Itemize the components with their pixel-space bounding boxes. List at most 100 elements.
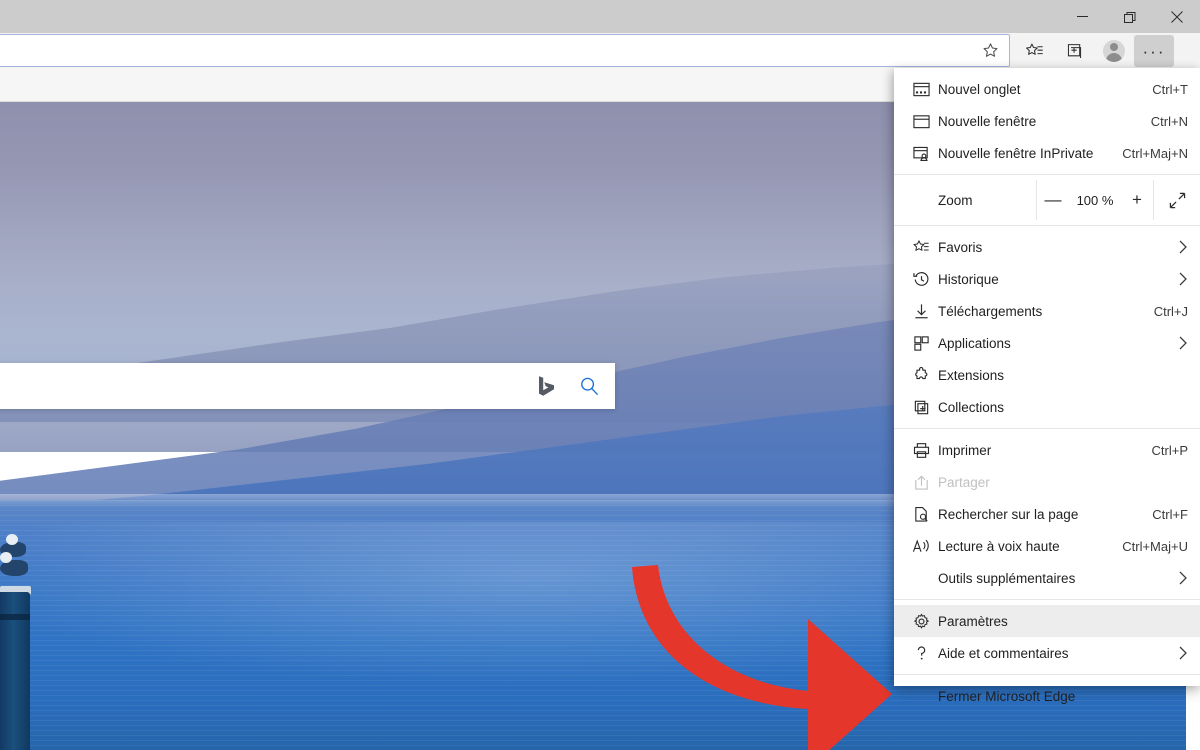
maximize-restore-button[interactable] (1106, 0, 1153, 33)
minimize-icon (1077, 16, 1088, 17)
downloads-arrow-icon (904, 295, 938, 327)
menu-item-history[interactable]: Historique (894, 263, 1200, 295)
collections-button[interactable] (1054, 35, 1094, 67)
menu-item-label: Outils supplémentaires (938, 570, 1076, 586)
favorites-star-list-icon (1025, 43, 1043, 55)
menu-item-shortcut: Ctrl+P (1151, 442, 1188, 458)
menu-item-new-window[interactable]: Nouvelle fenêtre Ctrl+N (894, 105, 1200, 137)
zoom-in-button[interactable]: + (1121, 180, 1153, 220)
favorites-button[interactable] (1014, 35, 1054, 67)
edge-browser-window: ··· Rechercher sur le Web Nouvel onglet … (0, 0, 1200, 750)
chevron-right-icon (1166, 571, 1188, 585)
bing-search-input[interactable] (0, 363, 529, 409)
menu-item-label: Nouvelle fenêtre InPrivate (938, 145, 1094, 161)
menu-item-label: Partager (938, 474, 990, 490)
close-edge-icon-placeholder (904, 680, 938, 712)
menu-item-help-and-feedback[interactable]: Aide et commentaires (894, 637, 1200, 669)
star-icon (983, 43, 997, 57)
menu-item-label: Téléchargements (938, 303, 1043, 319)
menu-item-close-edge[interactable]: Fermer Microsoft Edge (894, 680, 1200, 712)
toolbar-buttons: ··· (1014, 33, 1174, 68)
menu-zoom-row: Zoom — 100 % + (894, 180, 1200, 220)
menu-divider (894, 428, 1200, 429)
menu-item-label: Historique (938, 271, 999, 287)
share-icon (904, 466, 938, 498)
menu-divider (894, 599, 1200, 600)
fullscreen-button[interactable] (1154, 180, 1200, 220)
address-input[interactable] (0, 35, 971, 66)
zoom-label: Zoom (938, 192, 973, 208)
menu-item-label: Aide et commentaires (938, 645, 1069, 661)
menu-item-more-tools[interactable]: Outils supplémentaires (894, 562, 1200, 594)
settings-and-more-menu: Nouvel onglet Ctrl+T Nouvelle fenêtre Ct… (894, 68, 1200, 704)
printer-icon (904, 434, 938, 466)
menu-item-label: Collections (938, 399, 1005, 415)
menu-item-label: Applications (938, 335, 1011, 351)
collections-icon (1067, 43, 1081, 58)
bing-search-submit-button[interactable] (563, 376, 615, 397)
profile-button[interactable] (1094, 35, 1134, 67)
menu-item-downloads[interactable]: Téléchargements Ctrl+J (894, 295, 1200, 327)
zoom-out-button[interactable]: — (1037, 180, 1069, 220)
read-aloud-icon (904, 530, 938, 562)
menu-divider (894, 174, 1200, 175)
menu-item-new-tab[interactable]: Nouvel onglet Ctrl+T (894, 73, 1200, 105)
menu-item-shortcut: Ctrl+F (1152, 506, 1188, 522)
menu-item-label: Paramètres (938, 613, 1008, 629)
new-tab-icon (904, 73, 938, 105)
menu-item-collections[interactable]: Collections (894, 391, 1200, 423)
menu-item-label: Nouvel onglet (938, 81, 1021, 97)
chevron-right-icon (1166, 336, 1188, 350)
close-icon (1170, 10, 1183, 23)
menu-item-share: Partager (894, 466, 1200, 498)
menu-item-settings[interactable]: Paramètres (894, 605, 1200, 637)
menu-item-favorites[interactable]: Favoris (894, 231, 1200, 263)
extensions-puzzle-icon (904, 359, 938, 391)
menu-item-label: Favoris (938, 239, 983, 255)
menu-item-label: Fermer Microsoft Edge (938, 688, 1076, 704)
gear-icon (904, 605, 938, 637)
menu-divider (894, 225, 1200, 226)
title-bar (0, 0, 1200, 33)
search-magnifier-icon (580, 377, 598, 395)
menu-item-label: Lecture à voix haute (938, 538, 1060, 554)
avatar-icon (1103, 40, 1125, 62)
apps-grid-icon (904, 327, 938, 359)
menu-item-shortcut: Ctrl+Maj+N (1122, 145, 1188, 161)
add-favorite-button[interactable] (971, 35, 1009, 66)
chevron-right-icon (1166, 646, 1188, 660)
address-bar[interactable] (0, 34, 1010, 67)
new-window-icon (904, 105, 938, 137)
menu-divider (894, 674, 1200, 675)
bing-search-box[interactable] (0, 363, 615, 409)
history-clock-icon (904, 263, 938, 295)
menu-item-label: Rechercher sur la page (938, 506, 1079, 522)
menu-item-label: Imprimer (938, 442, 992, 458)
curved-arrow-icon (632, 565, 892, 750)
menu-item-extensions[interactable]: Extensions (894, 359, 1200, 391)
menu-item-find-on-page[interactable]: Rechercher sur la page Ctrl+F (894, 498, 1200, 530)
settings-and-more-button[interactable]: ··· (1134, 35, 1174, 67)
menu-item-label: Nouvelle fenêtre (938, 113, 1037, 129)
menu-item-read-aloud[interactable]: Lecture à voix haute Ctrl+Maj+U (894, 530, 1200, 562)
more-tools-icon-placeholder (904, 562, 938, 594)
mooring-post-ring (0, 614, 30, 620)
ellipsis-icon: ··· (1142, 41, 1166, 61)
close-window-button[interactable] (1153, 0, 1200, 33)
favorites-star-list-icon (904, 231, 938, 263)
browser-toolbar: ··· (0, 33, 1200, 68)
menu-item-print[interactable]: Imprimer Ctrl+P (894, 434, 1200, 466)
menu-item-shortcut: Ctrl+N (1150, 113, 1188, 129)
seagull-lower-head (0, 552, 12, 563)
question-mark-icon (904, 637, 938, 669)
chevron-right-icon (1166, 240, 1188, 254)
menu-item-new-inprivate-window[interactable]: Nouvelle fenêtre InPrivate Ctrl+Maj+N (894, 137, 1200, 169)
annotation-arrow (630, 557, 900, 750)
menu-item-shortcut: Ctrl+Maj+U (1122, 538, 1188, 554)
find-on-page-icon (904, 498, 938, 530)
menu-item-apps[interactable]: Applications (894, 327, 1200, 359)
zoom-level-value: 100 % (1076, 192, 1114, 208)
minimize-button[interactable] (1059, 0, 1106, 33)
menu-item-shortcut: Ctrl+J (1153, 303, 1188, 319)
zoom-controls: — 100 % + (1036, 180, 1154, 220)
